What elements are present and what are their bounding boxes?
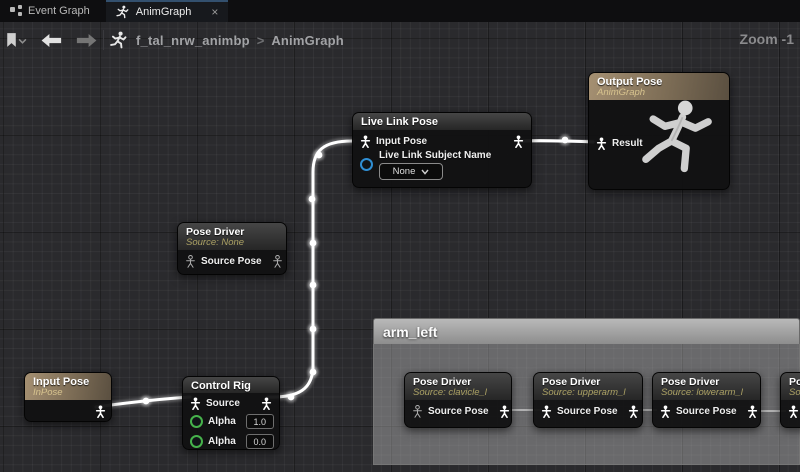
tab-event-graph[interactable]: Event Graph: [0, 0, 100, 22]
navigate-forward-icon[interactable]: [75, 34, 97, 47]
pose-output-pin-icon[interactable]: [628, 405, 639, 418]
pin-label: Source: [206, 398, 240, 409]
breadcrumb-runner-icon: [110, 31, 128, 49]
pose-output-pin-icon[interactable]: [499, 405, 510, 418]
pose-output-pin-icon[interactable]: [747, 405, 758, 418]
node-header: Pose Driver Source: upperarm_l: [534, 373, 642, 400]
breadcrumb-current[interactable]: AnimGraph: [271, 33, 344, 48]
node-live-link-pose[interactable]: Live Link Pose Input Pose Live Link Subj…: [352, 112, 532, 188]
node-output-pose[interactable]: Output Pose AnimGraph Result: [588, 72, 730, 190]
bookmark-icon[interactable]: [5, 32, 18, 48]
breadcrumb-separator: >: [257, 33, 265, 48]
name-pin-icon[interactable]: [360, 158, 373, 171]
node-input-pose[interactable]: Input Pose InPose: [24, 372, 112, 422]
node-subtitle: Source: lowerarm_l: [661, 387, 752, 398]
pose-input-pin-icon[interactable]: [660, 405, 671, 418]
node-title: Control Rig: [191, 380, 271, 392]
tab-label: AnimGraph: [136, 6, 192, 18]
pose-input-pin-icon[interactable]: [185, 255, 196, 268]
comment-title: arm_left: [383, 324, 437, 340]
node-pose-driver-none[interactable]: Pose Driver Source: None Source Pose: [177, 222, 287, 275]
node-header: Pose Driver Source: lowerarm_l: [653, 373, 760, 400]
alpha-value-input[interactable]: 0.0: [246, 434, 274, 449]
node-header: Pose Driver Source:: [781, 373, 800, 400]
tab-animgraph[interactable]: AnimGraph ×: [106, 0, 229, 22]
node-pose-driver-lowerarm-l[interactable]: Pose Driver Source: lowerarm_l Source Po…: [652, 372, 761, 428]
pose-output-pin-icon[interactable]: [95, 405, 106, 418]
node-pose-driver-upperarm-l[interactable]: Pose Driver Source: upperarm_l Source Po…: [533, 372, 643, 428]
chevron-down-icon: [421, 169, 429, 175]
node-header: Control Rig: [183, 377, 279, 393]
event-graph-icon: [10, 5, 22, 17]
node-header: Output Pose AnimGraph: [589, 73, 729, 100]
close-tab-icon[interactable]: ×: [211, 6, 218, 18]
tab-bar: Event Graph AnimGraph ×: [0, 0, 800, 22]
pin-label: Alpha: [208, 436, 236, 447]
subject-name-label: Live Link Subject Name: [379, 150, 491, 161]
node-subtitle: InPose: [33, 387, 103, 398]
bookmark-chevron-icon[interactable]: [18, 36, 27, 45]
mannequin-preview-image: [631, 97, 723, 185]
pin-label: Source Pose: [201, 256, 262, 267]
node-control-rig[interactable]: Control Rig Source Alpha 1.0 Alpha 0.0: [182, 376, 280, 450]
node-header: Pose Driver Source: None: [178, 223, 286, 250]
alpha-value-input[interactable]: 1.0: [246, 414, 274, 429]
comment-header[interactable]: arm_left: [373, 318, 800, 344]
animgraph-runner-icon: [116, 5, 130, 19]
node-header: Pose Driver Source: clavicle_l: [405, 373, 511, 400]
node-header: Input Pose InPose: [25, 373, 111, 400]
pin-label: Source Pose: [557, 406, 618, 417]
node-pose-driver-clavicle-l[interactable]: Pose Driver Source: clavicle_l Source Po…: [404, 372, 512, 428]
pose-input-pin-icon[interactable]: [412, 405, 423, 418]
breadcrumb-root[interactable]: f_tal_nrw_animbp: [136, 33, 250, 48]
float-pin-icon[interactable]: [190, 415, 203, 428]
float-pin-icon[interactable]: [190, 435, 203, 448]
pose-output-pin-icon[interactable]: [272, 255, 283, 268]
pose-input-pin-icon[interactable]: [541, 405, 552, 418]
pose-output-pin-icon[interactable]: [513, 135, 524, 148]
pose-input-pin-icon[interactable]: [190, 397, 201, 410]
pose-output-pin-icon[interactable]: [261, 397, 272, 410]
navigate-back-icon[interactable]: [41, 34, 63, 47]
subject-name-dropdown[interactable]: None: [379, 163, 443, 180]
node-header: Live Link Pose: [353, 113, 531, 130]
node-subtitle: Source: upperarm_l: [542, 387, 634, 398]
node-pose-driver-partial[interactable]: Pose Driver Source: Source Pose: [780, 372, 800, 428]
node-subtitle: Source: clavicle_l: [413, 387, 503, 398]
zoom-level-label: Zoom -1: [740, 31, 794, 47]
pose-input-pin-icon[interactable]: [788, 405, 799, 418]
pin-label: Source Pose: [676, 406, 737, 417]
pose-input-pin-icon[interactable]: [596, 137, 607, 150]
node-title: Live Link Pose: [361, 116, 523, 128]
tab-label: Event Graph: [28, 5, 90, 17]
node-subtitle: Source: None: [186, 237, 278, 248]
pin-label: Input Pose: [376, 136, 427, 147]
pin-label: Alpha: [208, 416, 236, 427]
dropdown-value: None: [393, 166, 416, 177]
node-subtitle: Source:: [789, 387, 800, 398]
pose-input-pin-icon[interactable]: [360, 135, 371, 148]
divider: [103, 30, 104, 50]
pin-label: Source Pose: [428, 406, 489, 417]
